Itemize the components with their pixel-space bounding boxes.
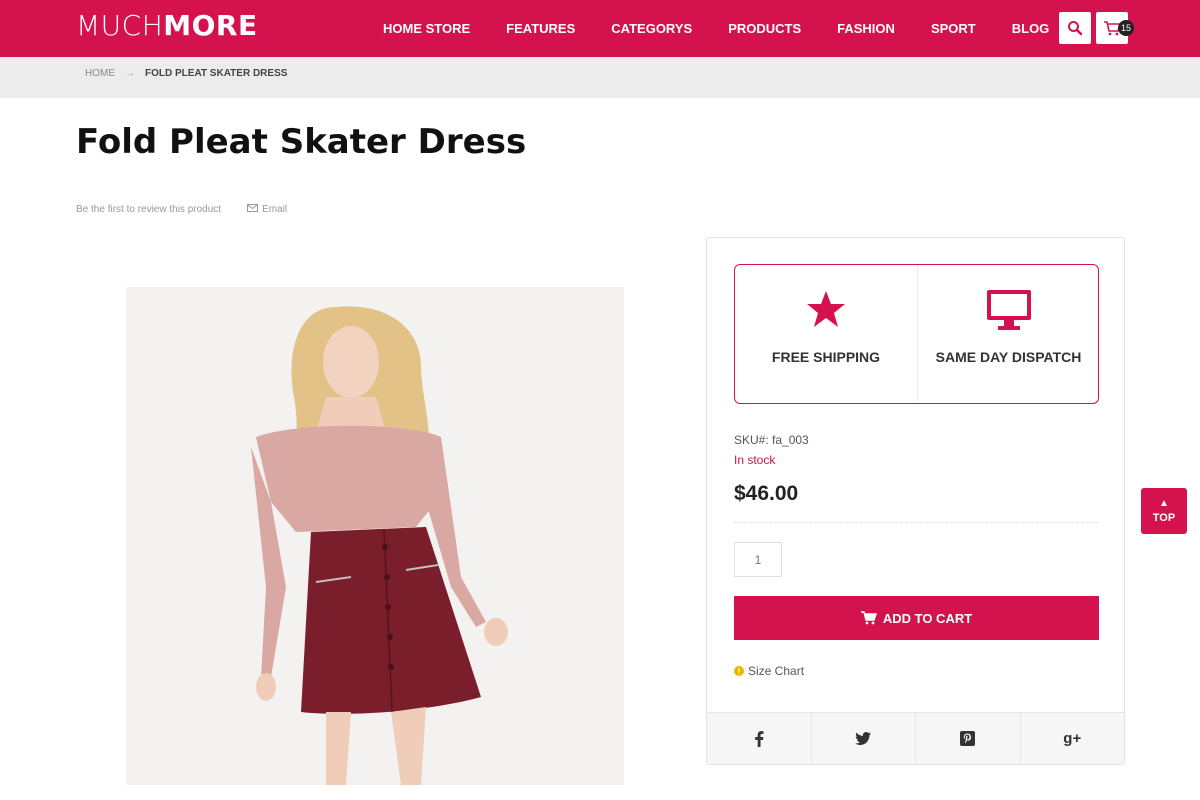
add-to-cart-label: ADD TO CART (882, 610, 973, 626)
nav-products[interactable]: PRODUCTS (728, 21, 801, 36)
size-chart-link[interactable]: ! Size Chart (734, 664, 804, 678)
logo-bold-text: MORE (163, 9, 258, 42)
monitor-icon (918, 289, 1099, 331)
twitter-icon (855, 732, 872, 745)
page-title: Fold Pleat Skater Dress (76, 122, 527, 162)
nav-blog[interactable]: BLOG (1012, 21, 1050, 36)
divider (734, 522, 1099, 523)
nav-categorys[interactable]: CATEGORYS (611, 21, 692, 36)
feature-label: FREE SHIPPING (771, 349, 881, 365)
facebook-share-button[interactable] (707, 713, 812, 764)
product-info-panel: FREE SHIPPING SAME DAY DISPATCH SKU#: fa… (706, 237, 1125, 765)
back-to-top-button[interactable]: ▲ TOP (1141, 488, 1187, 534)
site-logo[interactable]: MUCHMORE (76, 10, 258, 42)
info-icon: ! (734, 666, 744, 676)
twitter-share-button[interactable] (812, 713, 916, 764)
google-plus-share-button[interactable]: g+ (1021, 713, 1125, 764)
main-nav: HOME STORE FEATURES CATEGORYS PRODUCTS F… (365, 0, 1067, 57)
breadcrumb: HOME → FOLD PLEAT SKATER DRESS (85, 68, 287, 79)
stock-status: In stock (734, 453, 776, 467)
cart-count-badge: 15 (1118, 20, 1134, 36)
envelope-icon (247, 204, 259, 215)
sku-value: fa_003 (772, 433, 809, 447)
product-photo (126, 287, 624, 785)
search-button[interactable] (1059, 12, 1091, 44)
google-plus-icon: g+ (1063, 730, 1082, 747)
feature-label: SAME DAY DISPATCH (935, 349, 1082, 365)
review-link[interactable]: Be the first to review this product (76, 204, 221, 215)
pinterest-icon (960, 731, 976, 746)
add-to-cart-button[interactable]: ADD TO CART (734, 596, 1099, 640)
product-image[interactable] (126, 287, 624, 785)
search-icon (1068, 21, 1083, 36)
feature-free-shipping: FREE SHIPPING (735, 265, 917, 403)
breadcrumb-bar: HOME → FOLD PLEAT SKATER DRESS (0, 57, 1200, 98)
chevron-up-icon: ▲ (1159, 497, 1169, 509)
email-label: Email (262, 204, 288, 215)
nav-home-store[interactable]: HOME STORE (383, 21, 470, 36)
product-price: $46.00 (734, 482, 799, 505)
feature-same-day-dispatch: SAME DAY DISPATCH (917, 265, 1099, 403)
breadcrumb-current: FOLD PLEAT SKATER DRESS (145, 68, 288, 79)
back-to-top-label: TOP (1152, 511, 1176, 524)
breadcrumb-separator: → (125, 68, 135, 79)
logo-light-text: MUCH (76, 9, 164, 42)
nav-sport[interactable]: SPORT (931, 21, 976, 36)
size-chart-label: Size Chart (748, 664, 805, 678)
social-share-row: g+ (707, 712, 1124, 764)
sku-row: SKU#: fa_003 (734, 433, 809, 447)
quantity-input[interactable] (734, 542, 782, 577)
sku-label: SKU#: (734, 433, 769, 447)
star-icon (735, 289, 917, 329)
facebook-icon (754, 730, 764, 747)
pinterest-share-button[interactable] (916, 713, 1021, 764)
cart-icon (860, 611, 877, 625)
breadcrumb-home[interactable]: HOME (85, 68, 115, 79)
nav-fashion[interactable]: FASHION (837, 21, 895, 36)
email-link[interactable]: Email (247, 204, 287, 215)
site-header: MUCHMORE HOME STORE FEATURES CATEGORYS P… (0, 0, 1200, 57)
nav-features[interactable]: FEATURES (506, 21, 575, 36)
review-row: Be the first to review this product Emai… (76, 204, 287, 215)
features-box: FREE SHIPPING SAME DAY DISPATCH (734, 264, 1099, 404)
